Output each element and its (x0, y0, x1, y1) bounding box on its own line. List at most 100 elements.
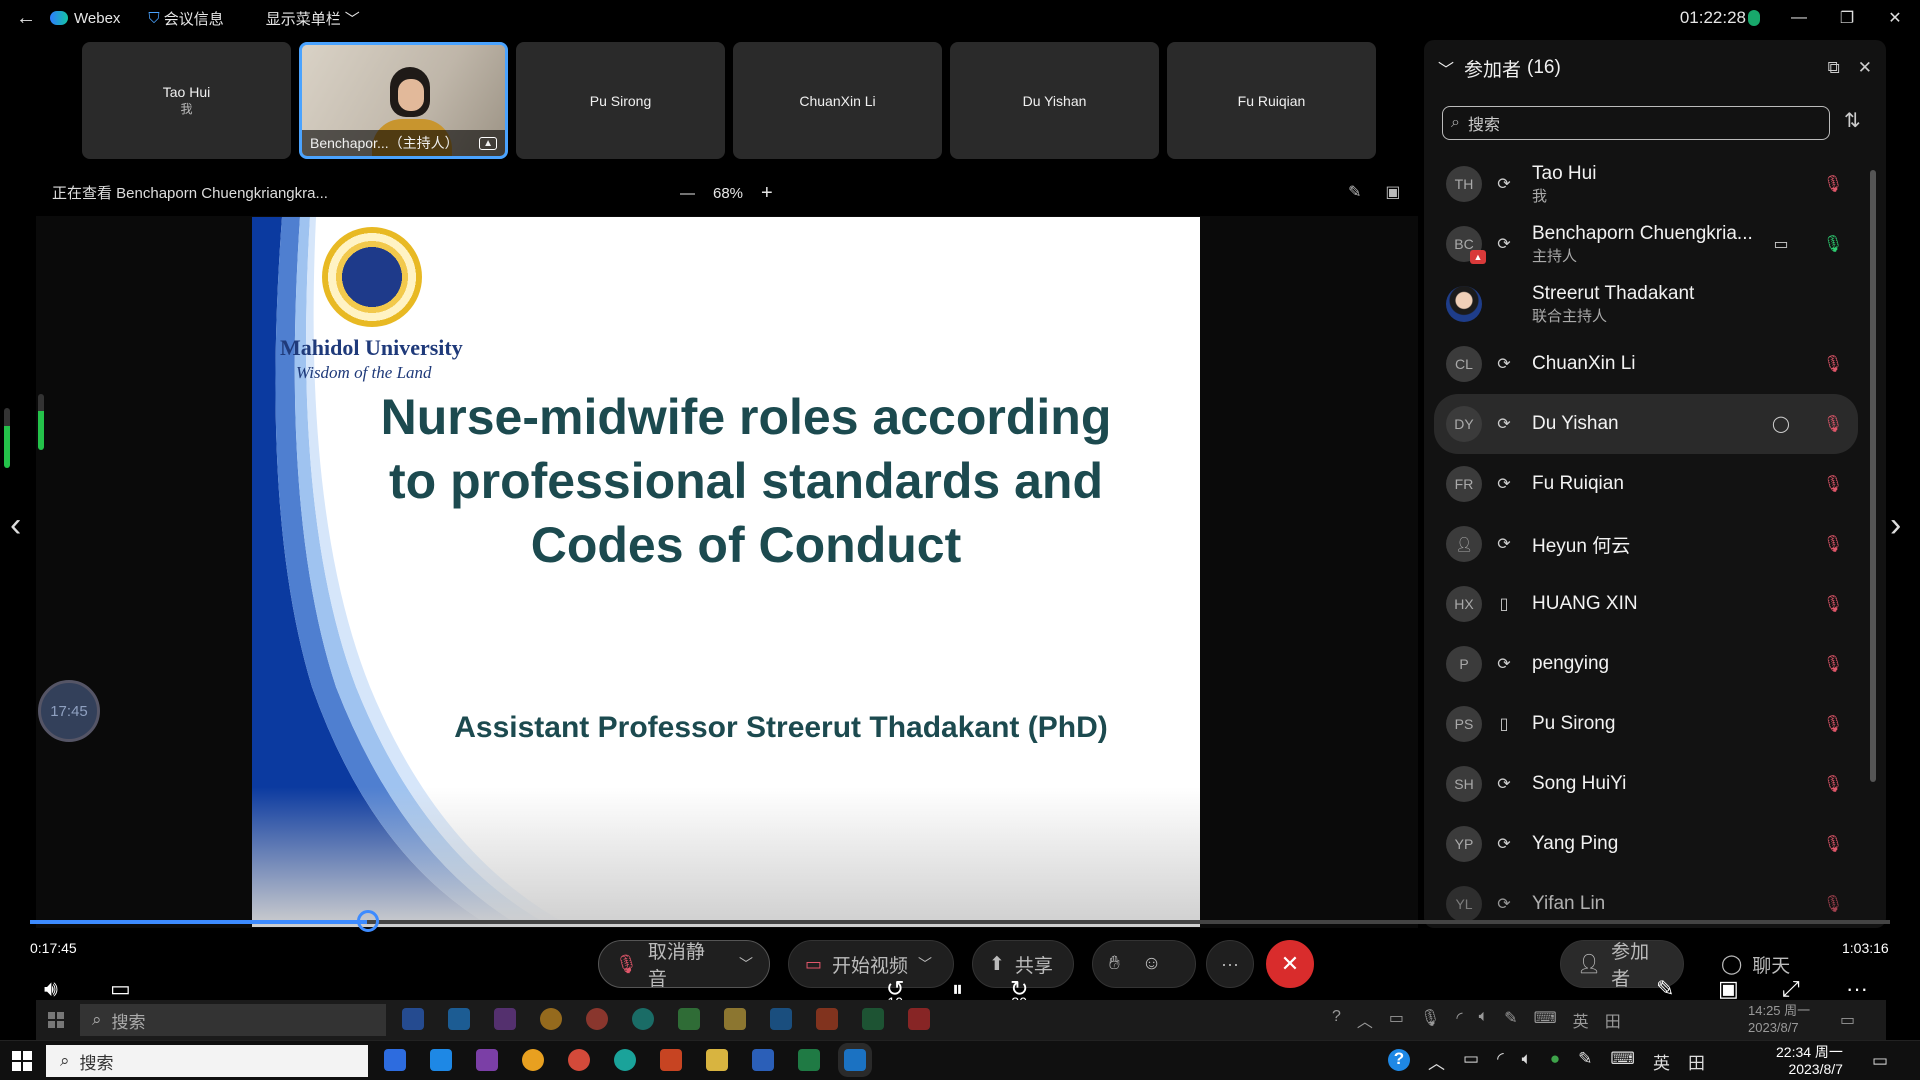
wechat-app-icon[interactable] (678, 1008, 700, 1030)
remote-search-box[interactable]: ⌕ 搜索 (80, 1004, 386, 1036)
collapse-chevron-icon[interactable]: ﹀ (1438, 56, 1454, 80)
windows-start-icon[interactable] (48, 1012, 64, 1028)
previous-arrow-icon[interactable]: ‹ (10, 506, 21, 545)
ie-app-icon[interactable] (430, 1049, 452, 1071)
webex-app-icon[interactable] (770, 1008, 792, 1030)
raise-hand-icon[interactable]: ✋︎ (1109, 953, 1120, 975)
participant-row[interactable]: BC ▲ ⟳ Benchaporn Chuengkria... 主持人 ▭ 🎙︎ (1434, 214, 1858, 274)
ie-app-icon[interactable] (448, 1008, 470, 1030)
chat-bubble-icon[interactable]: ◯ (1770, 414, 1792, 434)
captions-icon[interactable]: ▭ (110, 976, 131, 1002)
progress-knob[interactable] (356, 910, 379, 932)
mic-muted-icon[interactable]: 🎙︎ (1822, 174, 1844, 194)
ime-grid-icon[interactable]: 田 (1688, 1049, 1705, 1074)
mic-muted-icon[interactable]: 🎙︎ (1822, 534, 1844, 554)
mic-on-icon[interactable]: 🎙︎ (1822, 234, 1844, 254)
participant-row[interactable]: DY ⟳ Du Yishan ◯ 🎙︎ (1434, 394, 1858, 454)
pen-icon[interactable]: ✎ (1656, 976, 1674, 1002)
back-arrow-icon[interactable]: ← (16, 7, 36, 30)
zoom-in-icon[interactable]: + (761, 182, 773, 205)
forward-button[interactable]: ↻ 30 (1010, 976, 1028, 1010)
mic-muted-icon[interactable]: 🎙︎ (1822, 834, 1844, 854)
mic-muted-icon[interactable]: 🎙︎ (1822, 474, 1844, 494)
participant-row[interactable]: P ⟳ pengying 🎙︎ (1434, 634, 1858, 694)
mic-muted-icon[interactable]: 🎙︎ (1822, 714, 1844, 734)
excel-app-icon[interactable] (862, 1008, 884, 1030)
wechat-tray-icon[interactable]: ● (1550, 1049, 1560, 1074)
leave-meeting-button[interactable]: ✕ (1266, 940, 1314, 988)
wps-app-icon[interactable] (908, 1008, 930, 1030)
participant-row[interactable]: CL ⟳ ChuanXin Li 🎙︎ (1434, 334, 1858, 394)
chrome-app-icon-2[interactable] (568, 1049, 590, 1071)
minimize-icon[interactable]: — (1790, 9, 1808, 27)
participant-row[interactable]: SH ⟳ Song HuiYi 🎙︎ (1434, 754, 1858, 814)
chevron-down-icon[interactable]: ﹀ (918, 954, 932, 974)
taskbar-clock[interactable]: 22:34 周一 2023/8/7 (1776, 1044, 1843, 1078)
zoom-app-icon[interactable] (384, 1049, 406, 1071)
ime-grid-icon[interactable]: 田 (1605, 1008, 1621, 1032)
participant-row[interactable]: FR ⟳ Fu Ruiqian 🎙︎ (1434, 454, 1858, 514)
participant-row[interactable]: YP ⟳ Yang Ping 🎙︎ (1434, 814, 1858, 874)
pop-out-panel-icon[interactable]: ⧉ (1828, 58, 1840, 78)
language-indicator[interactable]: 英 (1653, 1049, 1670, 1074)
thumbnail-fu-ruiqian[interactable]: Fu Ruiqian (1167, 42, 1376, 159)
language-indicator[interactable]: 英 (1573, 1008, 1589, 1032)
participant-search[interactable]: ⌕ 搜索 (1442, 106, 1830, 140)
notification-center-icon[interactable]: ▭ (1872, 1051, 1888, 1071)
thumbnail-pu-sirong[interactable]: Pu Sirong (516, 42, 725, 159)
onenote-app-icon[interactable] (476, 1049, 498, 1071)
thumbnail-tao-hui[interactable]: Tao Hui 我 (82, 42, 291, 159)
participant-row[interactable]: HX ▯ HUANG XIN 🎙︎ (1434, 574, 1858, 634)
mic-muted-icon[interactable]: 🎙︎ (1822, 774, 1844, 794)
folder-app-icon[interactable] (706, 1049, 728, 1071)
edge-app-icon[interactable] (632, 1008, 654, 1030)
show-menu-button[interactable]: 显示菜单栏 ﹀ (266, 8, 360, 29)
close-panel-icon[interactable]: ✕ (1858, 58, 1872, 78)
restore-icon[interactable]: ❐ (1838, 9, 1856, 27)
chrome-app-icon-2[interactable] (586, 1008, 608, 1030)
mic-muted-icon[interactable]: 🎙︎ (1822, 654, 1844, 674)
annotate-icon[interactable]: ✎ (1348, 182, 1361, 202)
participant-row[interactable]: PS ▯ Pu Sirong 🎙︎ (1434, 694, 1858, 754)
zoom-out-icon[interactable]: — (680, 185, 695, 202)
windows-start-icon[interactable] (12, 1051, 32, 1071)
volume-icon[interactable]: 🔊︎ (44, 976, 58, 1002)
start-video-button[interactable]: ▭ 开始视频 ﹀ (788, 940, 954, 988)
thumbnail-chuanxin-li[interactable]: ChuanXin Li (733, 42, 942, 159)
onenote-app-icon[interactable] (494, 1008, 516, 1030)
powerpoint-app-icon[interactable] (660, 1049, 682, 1071)
panel-scrollbar[interactable] (1870, 170, 1876, 782)
thumbnail-du-yishan[interactable]: Du Yishan (950, 42, 1159, 159)
zoom-app-icon[interactable] (402, 1008, 424, 1030)
picture-in-picture-icon[interactable]: ▣ (1718, 976, 1739, 1002)
edge-app-icon[interactable] (614, 1049, 636, 1071)
help-icon[interactable]: ? (1332, 1008, 1341, 1032)
chevron-up-icon[interactable]: ︿ (1428, 1049, 1445, 1074)
thumbnail-host-video[interactable]: Benchapor...（主持人） ▲ (299, 42, 508, 159)
pause-icon[interactable]: ⏸︎ (952, 976, 963, 1002)
powerpoint-app-icon[interactable] (816, 1008, 838, 1030)
notification-icon[interactable]: ▭ (1840, 1010, 1855, 1030)
reaction-icon[interactable]: ☺ (1142, 953, 1161, 975)
pop-out-icon[interactable]: ▣ (1385, 182, 1400, 202)
unmute-button[interactable]: 🎙︎ 取消静音 ﹀ (598, 940, 770, 990)
close-window-icon[interactable]: ✕ (1886, 9, 1904, 27)
participant-row[interactable]: Streerut Thadakant 联合主持人 (1434, 274, 1858, 334)
participant-row[interactable]: 👤︎ ⟳ Heyun 何云 🎙︎ (1434, 514, 1858, 574)
webex-app-icon[interactable] (844, 1049, 866, 1071)
chevron-up-icon[interactable]: ︿ (1357, 1008, 1373, 1032)
folder-app-icon[interactable] (724, 1008, 746, 1030)
chrome-app-icon[interactable] (522, 1049, 544, 1071)
help-icon[interactable]: ? (1388, 1049, 1410, 1071)
mic-muted-icon[interactable]: 🎙︎ (1822, 594, 1844, 614)
mic-muted-icon[interactable]: 🎙︎ (1822, 894, 1844, 914)
more-options-button[interactable]: ··· (1206, 940, 1254, 988)
mic-muted-icon[interactable]: 🎙︎ (1822, 414, 1844, 434)
chrome-app-icon[interactable] (540, 1008, 562, 1030)
sort-icon[interactable]: ⇅ (1844, 108, 1861, 133)
taskbar-search-box[interactable]: ⌕ 搜索 (46, 1045, 368, 1077)
rewind-button[interactable]: ↺ 10 (886, 976, 904, 1010)
chevron-down-icon[interactable]: ﹀ (739, 954, 753, 974)
more-icon[interactable]: ··· (1846, 976, 1868, 1002)
mic-muted-icon[interactable]: 🎙︎ (1822, 354, 1844, 374)
